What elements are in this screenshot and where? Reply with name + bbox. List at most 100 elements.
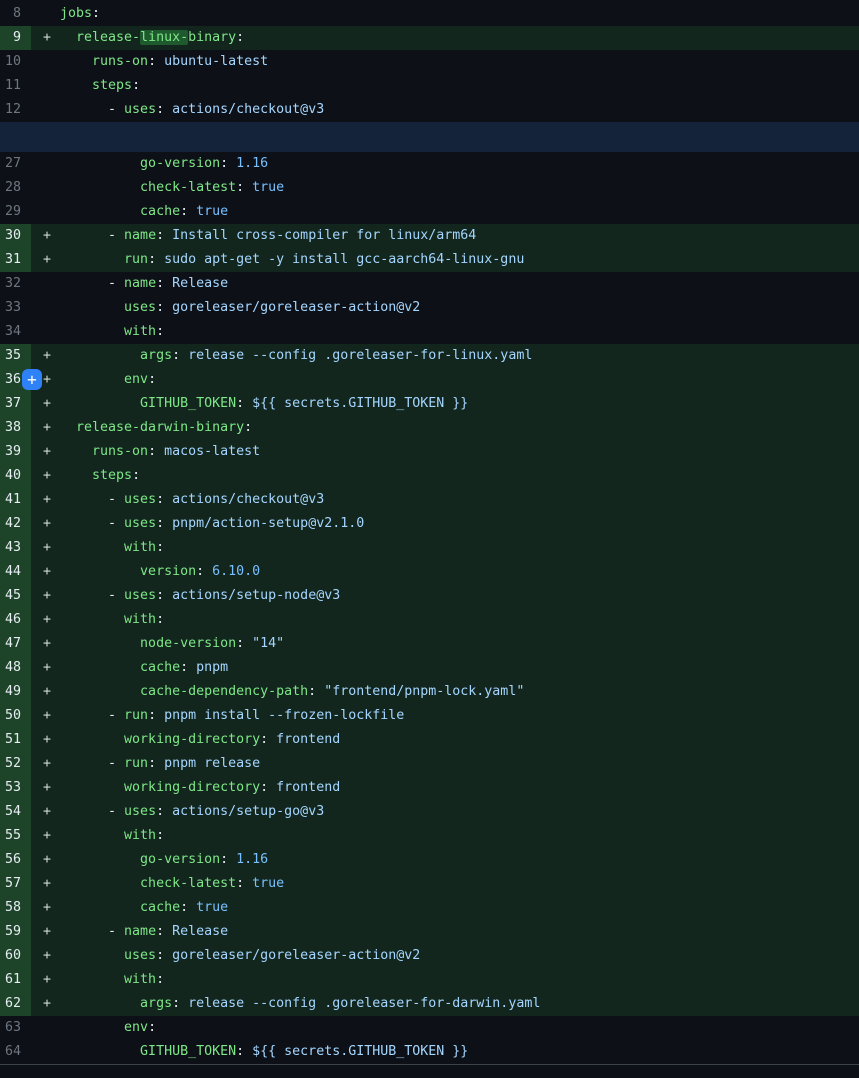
- line-number[interactable]: 48: [0, 656, 31, 680]
- code-token: cache: [60, 900, 180, 915]
- code-line: runs-on: ubuntu-latest: [31, 50, 859, 74]
- code-line: + check-latest: true: [31, 872, 859, 896]
- line-number[interactable]: 59: [0, 920, 31, 944]
- code-token: :: [156, 228, 164, 243]
- line-number[interactable]: 43: [0, 536, 31, 560]
- line-number[interactable]: 61: [0, 968, 31, 992]
- diff-line-38: 38+ release-darwin-binary:: [0, 416, 859, 440]
- code-token: :: [172, 996, 180, 1011]
- code-token: uses: [60, 948, 156, 963]
- line-number[interactable]: 47: [0, 632, 31, 656]
- line-number[interactable]: 40: [0, 464, 31, 488]
- line-number[interactable]: 27: [0, 152, 31, 176]
- line-number[interactable]: 38: [0, 416, 31, 440]
- code-token: macos-latest: [156, 444, 260, 459]
- line-number[interactable]: 64: [0, 1040, 31, 1064]
- line-number[interactable]: 44: [0, 560, 31, 584]
- add-line-comment-button[interactable]: +: [22, 369, 42, 390]
- line-number[interactable]: 46: [0, 608, 31, 632]
- code-token: uses: [124, 516, 156, 531]
- line-number[interactable]: 58: [0, 896, 31, 920]
- code-token: actions/setup-go@v3: [164, 804, 324, 819]
- line-number[interactable]: 50: [0, 704, 31, 728]
- code-token: -: [60, 804, 124, 819]
- code-token: :: [180, 900, 188, 915]
- code-token: :: [148, 444, 156, 459]
- line-number[interactable]: 29: [0, 200, 31, 224]
- diff-line-55: 55+ with:: [0, 824, 859, 848]
- diff-marker: +: [43, 968, 60, 992]
- code-token: steps: [60, 78, 132, 93]
- diff-line-29: 29 cache: true: [0, 200, 859, 224]
- code-token: :: [236, 636, 244, 651]
- code-line: + go-version: 1.16: [31, 848, 859, 872]
- line-number[interactable]: 8: [0, 2, 31, 26]
- line-number[interactable]: 10: [0, 50, 31, 74]
- expand-hidden-lines-row[interactable]: [0, 122, 859, 152]
- code-token: with: [60, 324, 156, 339]
- line-number[interactable]: 52: [0, 752, 31, 776]
- diff-marker: +: [43, 512, 60, 536]
- line-number[interactable]: 33: [0, 296, 31, 320]
- code-line: check-latest: true: [31, 176, 859, 200]
- line-number[interactable]: 49: [0, 680, 31, 704]
- diff-marker: +: [43, 440, 60, 464]
- code-token: :: [148, 756, 156, 771]
- diff-marker: +: [43, 776, 60, 800]
- code-token: :: [156, 492, 164, 507]
- line-number[interactable]: 35: [0, 344, 31, 368]
- line-number[interactable]: 31: [0, 248, 31, 272]
- line-number[interactable]: 45: [0, 584, 31, 608]
- line-number[interactable]: 51: [0, 728, 31, 752]
- line-number[interactable]: 11: [0, 74, 31, 98]
- code-token: :: [244, 420, 252, 435]
- line-number[interactable]: 30: [0, 224, 31, 248]
- line-number[interactable]: 55: [0, 824, 31, 848]
- line-number[interactable]: 39: [0, 440, 31, 464]
- diff-line-62: 62+ args: release --config .goreleaser-f…: [0, 992, 859, 1016]
- line-number[interactable]: 53: [0, 776, 31, 800]
- line-number[interactable]: 34: [0, 320, 31, 344]
- code-token: check-latest: [60, 876, 236, 891]
- code-token: :: [180, 204, 188, 219]
- line-number[interactable]: 60: [0, 944, 31, 968]
- diff-line-63: 63 env:: [0, 1016, 859, 1040]
- code-line: + with:: [31, 824, 859, 848]
- code-token: "frontend/pnpm-lock.yaml": [316, 684, 524, 699]
- diff-marker: +: [43, 224, 60, 248]
- line-number[interactable]: 56: [0, 848, 31, 872]
- code-token: GITHUB_TOKEN: [60, 396, 236, 411]
- code-token: pnpm release: [156, 756, 260, 771]
- code-token: :: [148, 372, 156, 387]
- line-number[interactable]: 9: [0, 26, 31, 50]
- line-number[interactable]: 57: [0, 872, 31, 896]
- line-number[interactable]: 54: [0, 800, 31, 824]
- code-token: -: [60, 516, 124, 531]
- diff-marker: +: [43, 944, 60, 968]
- code-line: with:: [31, 320, 859, 344]
- diff-line-28: 28 check-latest: true: [0, 176, 859, 200]
- line-number[interactable]: 12: [0, 98, 31, 122]
- diff-line-45: 45+ - uses: actions/setup-node@v3: [0, 584, 859, 608]
- code-token: release --config .goreleaser-for-linux.y…: [180, 348, 532, 363]
- diff-marker: +: [43, 464, 60, 488]
- code-token: pnpm: [188, 660, 228, 675]
- diff-line-42: 42+ - uses: pnpm/action-setup@v2.1.0: [0, 512, 859, 536]
- code-token: runs-on: [60, 444, 148, 459]
- diff-line-36: 36+ env:+: [0, 368, 859, 392]
- code-line: + working-directory: frontend: [31, 776, 859, 800]
- line-number[interactable]: 42: [0, 512, 31, 536]
- diff-line-56: 56+ go-version: 1.16: [0, 848, 859, 872]
- line-number[interactable]: 28: [0, 176, 31, 200]
- line-number[interactable]: 63: [0, 1016, 31, 1040]
- code-token: cache: [60, 660, 180, 675]
- line-number[interactable]: 32: [0, 272, 31, 296]
- line-number[interactable]: 62: [0, 992, 31, 1016]
- line-number[interactable]: 41: [0, 488, 31, 512]
- code-line: + args: release --config .goreleaser-for…: [31, 992, 859, 1016]
- diff-line-33: 33 uses: goreleaser/goreleaser-action@v2: [0, 296, 859, 320]
- diff-line-40: 40+ steps:: [0, 464, 859, 488]
- diff-line-39: 39 + runs-on: macos-latest: [0, 440, 859, 464]
- code-token: goreleaser/goreleaser-action@v2: [164, 948, 420, 963]
- line-number[interactable]: 37: [0, 392, 31, 416]
